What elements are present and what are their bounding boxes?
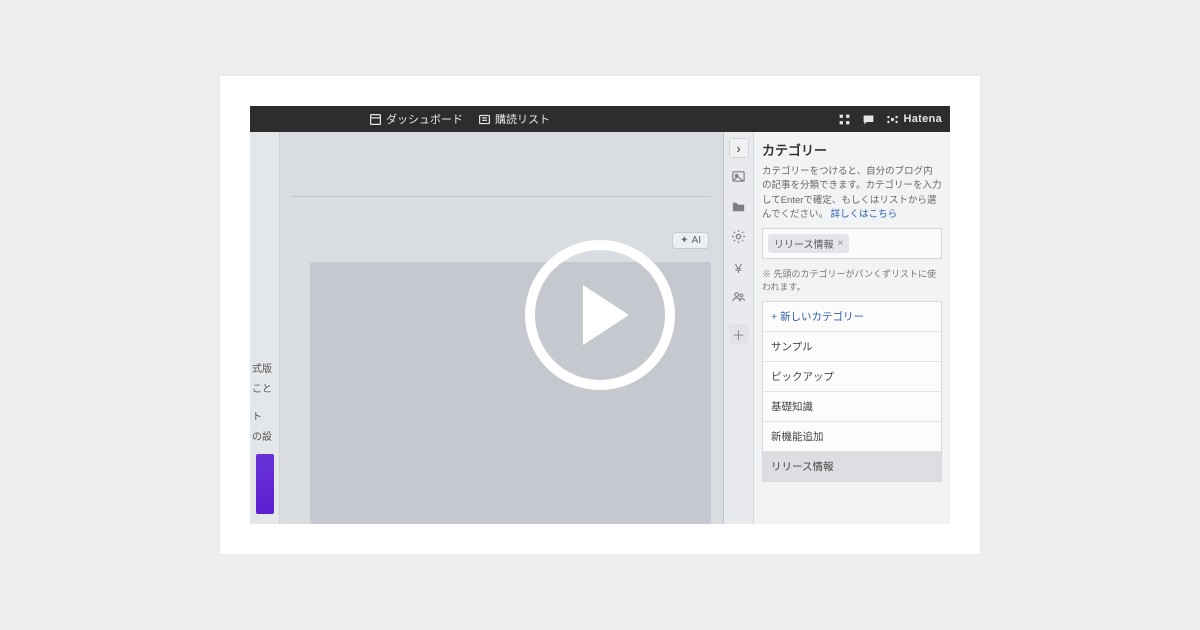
accent-block: [256, 454, 274, 514]
sparkle-icon: ✦: [680, 235, 688, 246]
nav-reading-list-label: 購読リスト: [495, 111, 550, 127]
editor-main: ✦ AI: [280, 132, 724, 524]
add-tool[interactable]: ＋: [729, 324, 749, 344]
category-item[interactable]: ピックアップ: [763, 362, 941, 392]
image-tool[interactable]: [729, 168, 749, 188]
cropped-text: ト: [250, 408, 279, 428]
group-tool[interactable]: [729, 288, 749, 308]
category-item[interactable]: サンプル: [763, 332, 941, 362]
category-panel: カテゴリー カテゴリーをつけると、自分のブログ内の記事を分類できます。カテゴリー…: [754, 132, 950, 524]
brand-link[interactable]: Hatena: [886, 112, 942, 126]
ai-button-label: AI: [692, 235, 701, 246]
list-icon: [477, 112, 491, 126]
cropped-text: こと: [250, 380, 279, 400]
breadcrumb-note: ※ 先頭のカテゴリーがパンくずリストに使われます。: [762, 267, 942, 293]
plus-icon: ＋: [732, 325, 745, 344]
category-input[interactable]: リリース情報 ×: [762, 228, 942, 259]
collapse-sidebar-button[interactable]: ›: [729, 138, 749, 158]
brand-label: Hatena: [904, 113, 942, 125]
left-cropped-column: 式版 こと ト の設: [250, 132, 280, 524]
yen-icon: ¥: [735, 261, 742, 276]
topbar: ダッシュボード 購読リスト Hatena: [250, 106, 950, 132]
image-icon: [731, 169, 746, 187]
learn-more-link[interactable]: 詳しくはこちら: [831, 209, 898, 220]
ai-button[interactable]: ✦ AI: [672, 232, 709, 249]
users-icon: [731, 289, 746, 307]
sidebar-icon-strip: › ¥: [724, 132, 754, 524]
chip-label: リリース情報: [774, 236, 834, 251]
category-chip: リリース情報 ×: [768, 234, 849, 253]
chevron-right-icon: ›: [736, 141, 740, 156]
new-category-item[interactable]: 新しいカテゴリー: [763, 302, 941, 332]
editor-content-area[interactable]: [310, 262, 711, 524]
category-item[interactable]: リリース情報: [763, 452, 941, 481]
gear-icon: [731, 229, 746, 247]
app-body: 式版 こと ト の設 ✦ AI ›: [250, 132, 950, 524]
remove-chip-icon[interactable]: ×: [838, 238, 844, 249]
nav-reading-list[interactable]: 購読リスト: [477, 111, 550, 127]
dashboard-icon: [368, 112, 382, 126]
hatena-logo-icon: [886, 112, 900, 126]
video-thumbnail-frame: ダッシュボード 購読リスト Hatena: [220, 76, 980, 554]
nav-dashboard-label: ダッシュボード: [386, 111, 463, 127]
folder-icon: [731, 199, 746, 217]
settings-tool[interactable]: [729, 228, 749, 248]
panel-title: カテゴリー: [762, 140, 942, 159]
yen-tool[interactable]: ¥: [729, 258, 749, 278]
category-list: 新しいカテゴリー サンプル ピックアップ 基礎知識 新機能追加 リリース情報: [762, 301, 942, 482]
panel-description: カテゴリーをつけると、自分のブログ内の記事を分類できます。カテゴリーを入力してE…: [762, 165, 942, 222]
app-window: ダッシュボード 購読リスト Hatena: [250, 106, 950, 524]
title-underline: [292, 196, 711, 197]
cropped-text: 式版: [250, 360, 279, 380]
nav-dashboard[interactable]: ダッシュボード: [368, 111, 463, 127]
folder-tool[interactable]: [729, 198, 749, 218]
category-item[interactable]: 基礎知識: [763, 392, 941, 422]
category-item[interactable]: 新機能追加: [763, 422, 941, 452]
apps-grid-icon[interactable]: [838, 112, 852, 126]
cropped-text: の設: [250, 428, 279, 448]
chat-icon[interactable]: [862, 112, 876, 126]
